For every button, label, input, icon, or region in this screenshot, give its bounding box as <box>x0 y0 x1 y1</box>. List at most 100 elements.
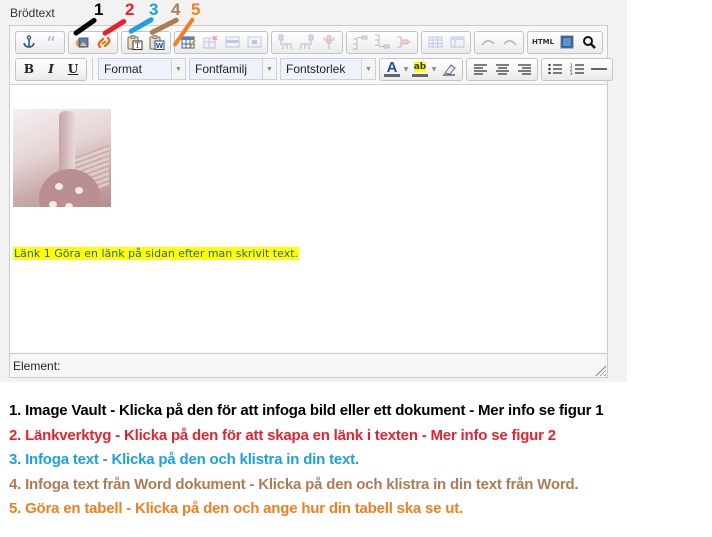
editor-content[interactable]: Länk 1 Göra en länk på sidan efter man s… <box>10 84 607 352</box>
chevron-down-icon[interactable]: ▼ <box>361 59 375 79</box>
text-color-button[interactable]: A <box>382 59 402 79</box>
bullet-list-icon <box>548 63 562 75</box>
toolbar-group-anchor: “ <box>15 30 65 54</box>
search-button[interactable] <box>578 32 600 52</box>
resize-handle[interactable] <box>595 365 606 376</box>
marker-number-2: 2 <box>125 0 135 19</box>
horizontal-rule-button[interactable] <box>588 59 610 79</box>
eraser-icon <box>443 64 456 76</box>
toolbar-group-colors: A ▼ ab ▼ <box>379 57 463 81</box>
insert-col-after-button[interactable] <box>296 32 318 52</box>
align-right-button[interactable] <box>513 59 535 79</box>
delete-col-button[interactable] <box>318 32 340 52</box>
highlight-button[interactable]: ab <box>410 59 430 79</box>
toolbar-group-table <box>174 30 268 54</box>
align-right-icon <box>517 63 531 75</box>
highlighted-link-paragraph[interactable]: Länk 1 Göra en länk på sidan efter man s… <box>13 247 300 260</box>
highlight-swatch <box>412 73 428 77</box>
marker-number-1: 1 <box>94 0 104 19</box>
undo-icon <box>481 39 495 46</box>
merge-cells-button[interactable] <box>424 32 446 52</box>
marker-number-3: 3 <box>149 0 159 19</box>
toolbar-group-rows <box>346 30 418 54</box>
bold-button[interactable]: B <box>18 59 40 79</box>
italic-icon: I <box>48 62 54 76</box>
highlight-icon: ab <box>413 61 427 72</box>
toolbar-group-history <box>474 30 524 54</box>
redo-button[interactable] <box>499 32 521 52</box>
insert-row-after-button[interactable] <box>371 32 393 52</box>
undo-button[interactable] <box>477 32 499 52</box>
svg-text:3: 3 <box>570 71 573 75</box>
element-path-bar: Element: <box>10 353 607 377</box>
insert-row-before-icon <box>353 35 368 50</box>
font-size-select[interactable]: Fontstorlek ▼ <box>280 58 376 80</box>
toolbar-row-2: B I U Format ▼ Fontfamilj ▼ Fontstorlek … <box>15 57 613 81</box>
align-center-button[interactable] <box>491 59 513 79</box>
text-color-swatch <box>384 74 400 77</box>
link-tool-icon <box>97 36 111 48</box>
note-link-tool: 2. Länkverktyg - Klicka på den för att s… <box>9 426 556 444</box>
rich-text-editor: “ T W HTML B I U Format ▼ Fontfamilj ▼ F… <box>9 25 613 378</box>
numbered-list-button[interactable]: 123 <box>566 59 588 79</box>
redo-icon <box>503 39 517 46</box>
text-color-dropdown[interactable]: ▼ <box>402 59 410 79</box>
note-image-vault: 1. Image Vault - Klicka på den för att i… <box>9 402 604 419</box>
insert-col-before-button[interactable] <box>274 32 296 52</box>
marker-number-4: 4 <box>171 0 181 19</box>
cell-props-button[interactable] <box>243 32 265 52</box>
blockquote-icon: “ <box>46 33 56 51</box>
anchor-button[interactable] <box>18 32 40 52</box>
note-paste-text: 3. Infoga text - Klicka på den och klist… <box>9 451 359 468</box>
split-cells-button[interactable] <box>446 32 468 52</box>
chevron-down-icon[interactable]: ▼ <box>262 59 276 79</box>
row-props-button[interactable] <box>221 32 243 52</box>
insert-row-after-icon <box>375 34 390 49</box>
delete-row-button[interactable] <box>393 32 415 52</box>
fullscreen-button[interactable] <box>556 32 578 52</box>
toolbar-group-align <box>466 57 538 81</box>
remove-format-button[interactable] <box>438 59 460 79</box>
cell-props-icon <box>247 36 261 48</box>
highlight-dropdown[interactable]: ▼ <box>430 59 438 79</box>
delete-table-button[interactable] <box>199 32 221 52</box>
paste-text-icon: T <box>127 35 143 50</box>
insert-table-icon <box>181 36 196 49</box>
delete-col-icon <box>323 35 335 49</box>
fullscreen-icon <box>560 35 574 49</box>
horizontal-rule-icon <box>591 68 607 70</box>
underline-icon: U <box>67 62 79 76</box>
image-vault-icon <box>75 37 88 48</box>
insert-row-before-button[interactable] <box>349 32 371 52</box>
html-source-button[interactable]: HTML <box>530 32 556 52</box>
font-family-select-value: Fontfamilj <box>195 62 248 76</box>
align-left-button[interactable] <box>469 59 491 79</box>
inserted-image[interactable] <box>13 109 111 207</box>
underline-button[interactable]: U <box>62 59 84 79</box>
bullet-list-button[interactable] <box>544 59 566 79</box>
blockquote-button[interactable]: “ <box>40 32 62 52</box>
text-color-icon: A <box>386 59 398 76</box>
field-label: Brödtext <box>10 6 55 20</box>
paste-text-button[interactable]: T <box>124 32 146 52</box>
toolbar-group-paste: T W <box>121 30 171 54</box>
font-family-select[interactable]: Fontfamilj ▼ <box>189 58 277 80</box>
delete-row-icon <box>397 36 411 48</box>
toolbar-group-tools: HTML <box>527 30 603 54</box>
note-table: 5. Göra en tabell - Klicka på den och an… <box>9 500 464 517</box>
chevron-down-icon[interactable]: ▼ <box>171 59 185 79</box>
element-path-label: Element: <box>13 359 61 373</box>
legend-notes: 1. Image Vault - Klicka på den för att i… <box>9 402 604 525</box>
insert-col-after-icon <box>300 34 314 49</box>
note-paste-word: 4. Infoga text från Word dokument - Klic… <box>9 475 579 493</box>
toolbar-group-text-style: B I U <box>15 57 87 81</box>
toolbar-group-cells <box>421 30 471 54</box>
row-props-icon <box>225 36 239 48</box>
merge-cells-icon <box>428 36 442 48</box>
delete-table-icon <box>203 35 218 49</box>
marker-number-5: 5 <box>191 0 201 19</box>
format-select[interactable]: Format ▼ <box>98 58 186 80</box>
italic-button[interactable]: I <box>40 59 62 79</box>
paste-word-button[interactable]: W <box>146 32 168 52</box>
toolbar-group-lists: 123 <box>541 57 613 81</box>
